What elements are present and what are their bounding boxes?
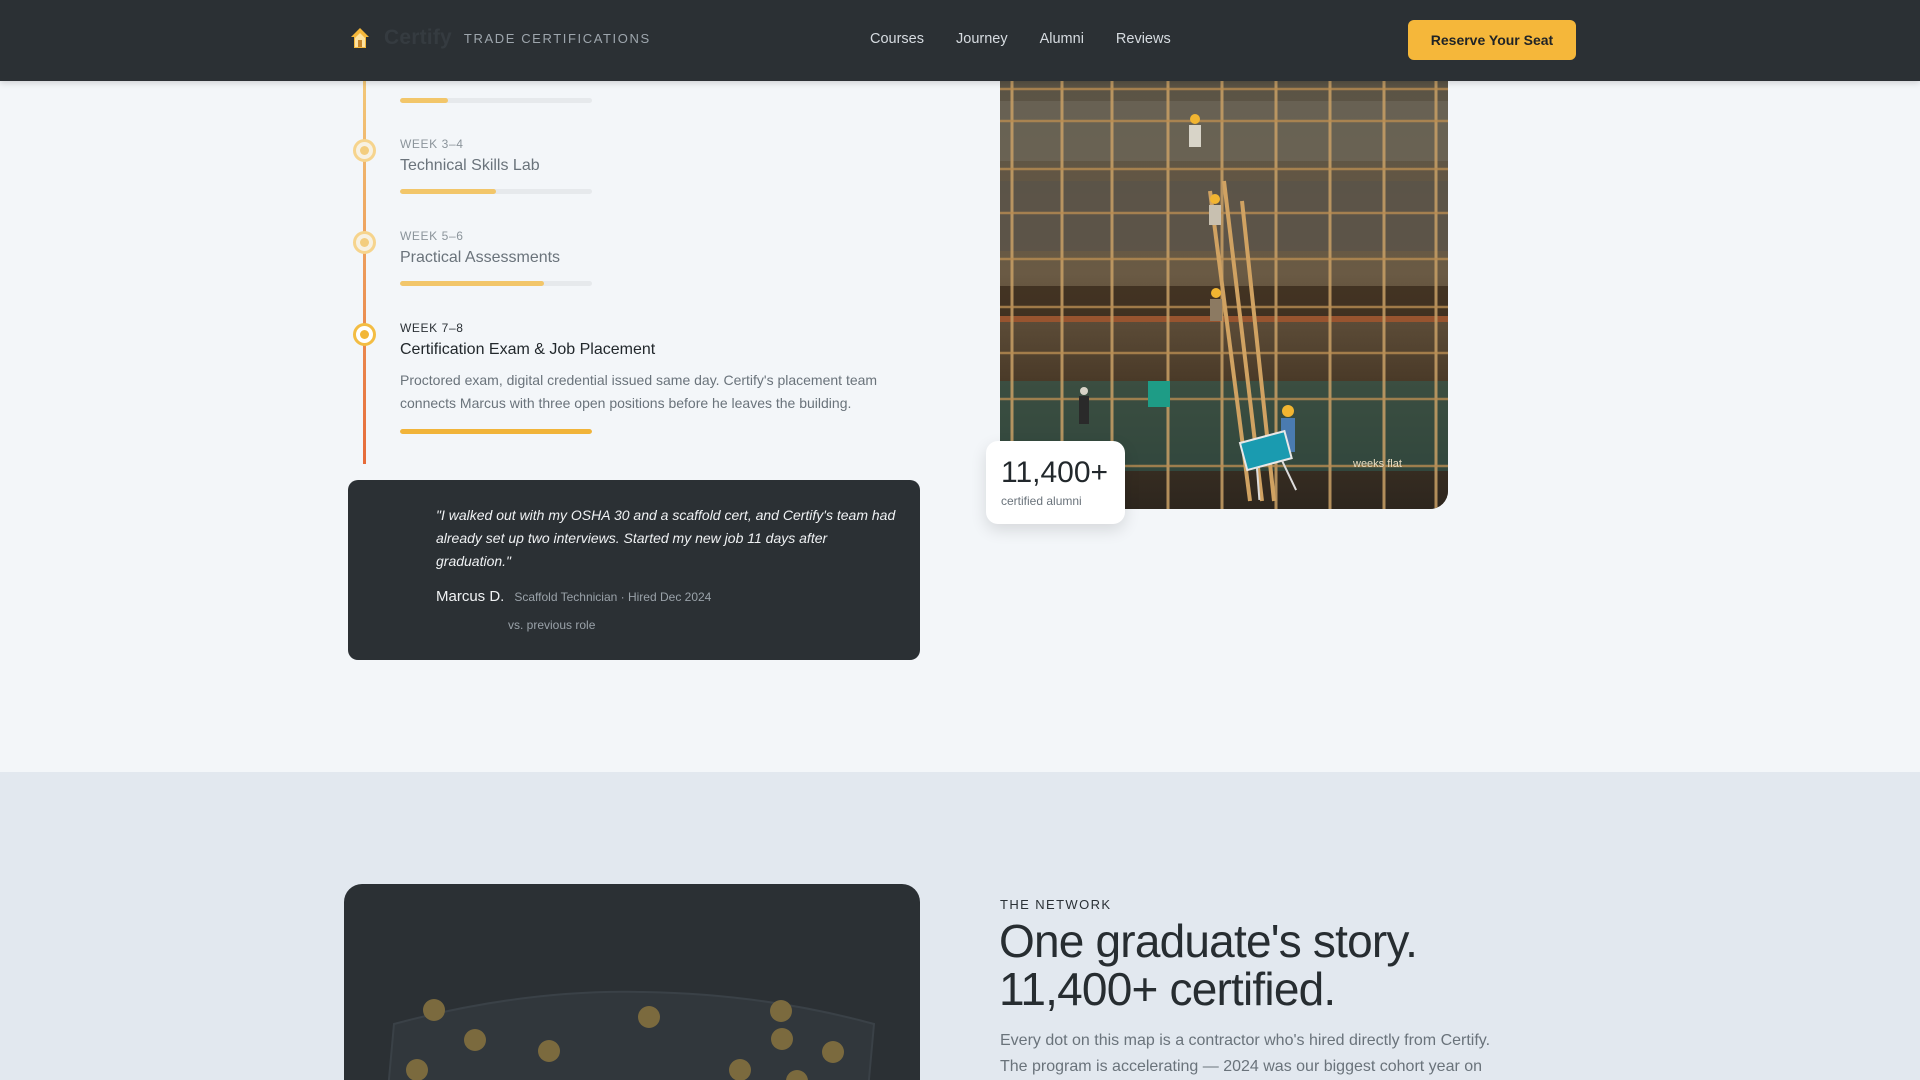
reserve-seat-button[interactable]: Reserve Your Seat xyxy=(1408,20,1576,60)
journey-timeline: WEEK 3–4 Technical Skills Lab WEEK 5–6 P… xyxy=(0,0,1920,700)
alumni-count: 11,400+ xyxy=(1001,456,1109,489)
top-navigation: Certify TRADE CERTIFICATIONS Courses Jou… xyxy=(0,0,1920,81)
comparison-note: vs. previous role xyxy=(508,618,596,632)
timeline-week-3-4[interactable]: WEEK 3–4 Technical Skills Lab xyxy=(400,137,592,194)
progress-bar xyxy=(400,189,592,194)
timeline-dot-active xyxy=(353,323,376,346)
brand-tagline: TRADE CERTIFICATIONS xyxy=(463,30,651,46)
nav-link-reviews[interactable]: Reviews xyxy=(1116,31,1171,47)
timeline-dot xyxy=(353,139,376,162)
nav-link-courses[interactable]: Courses xyxy=(870,31,924,47)
map-graphic xyxy=(387,990,876,1080)
week-title: Technical Skills Lab xyxy=(400,157,540,174)
nav-links: Courses Journey Alumni Reviews xyxy=(870,31,1203,47)
author-name: Marcus D. xyxy=(436,588,505,605)
headline-line-2: 11,400+ certified. xyxy=(999,963,1336,1015)
progress-fill xyxy=(400,189,496,194)
photo-overlay-text: weeks flat xyxy=(1352,458,1402,470)
week-label: WEEK 5–6 xyxy=(400,229,464,243)
section-eyebrow: THE NETWORK xyxy=(1000,897,1112,912)
week-title: Certification Exam & Job Placement xyxy=(400,341,656,358)
alumni-label: certified alumni xyxy=(1001,494,1082,508)
week-description: Proctored exam, digital credential issue… xyxy=(400,372,878,411)
progress-fill xyxy=(400,429,592,434)
brand-name: Certify xyxy=(384,26,452,49)
week-label: WEEK 7–8 xyxy=(400,321,464,335)
progress-bar xyxy=(400,98,592,103)
network-section: THE NETWORK One graduate's story. 11,400… xyxy=(0,772,1920,1080)
house-icon xyxy=(351,28,369,48)
testimonial-card: "I walked out with my OSHA 30 and a scaf… xyxy=(348,480,920,660)
timeline-week-1-2 xyxy=(400,86,592,103)
headline-line-1: One graduate's story. xyxy=(999,915,1418,967)
week-title: Practical Assessments xyxy=(400,249,561,266)
testimonial-author: Marcus D. Scaffold Technician · Hired De… xyxy=(436,588,711,605)
author-role: Scaffold Technician · Hired Dec 2024 xyxy=(514,590,712,604)
section-headline: One graduate's story. 11,400+ certified. xyxy=(999,917,1559,1013)
nav-link-journey[interactable]: Journey xyxy=(956,31,1008,47)
section-lede: Every dot on this map is a contractor wh… xyxy=(1000,1032,1491,1075)
progress-bar xyxy=(400,429,592,434)
week-label: WEEK 3–4 xyxy=(400,137,464,151)
timeline-dot xyxy=(353,231,376,254)
progress-fill xyxy=(400,98,448,103)
timeline-week-7-8[interactable]: WEEK 7–8 Certification Exam & Job Placem… xyxy=(400,321,900,434)
progress-fill xyxy=(400,281,544,286)
progress-bar xyxy=(400,281,592,286)
testimonial-quote: "I walked out with my OSHA 30 and a scaf… xyxy=(436,507,896,569)
timeline-week-5-6[interactable]: WEEK 5–6 Practical Assessments xyxy=(400,229,592,286)
alumni-stat-card: 11,400+ certified alumni xyxy=(986,441,1125,524)
nav-link-alumni[interactable]: Alumni xyxy=(1040,31,1084,47)
brand[interactable]: Certify TRADE CERTIFICATIONS xyxy=(350,26,651,50)
alumni-map xyxy=(344,884,920,1080)
